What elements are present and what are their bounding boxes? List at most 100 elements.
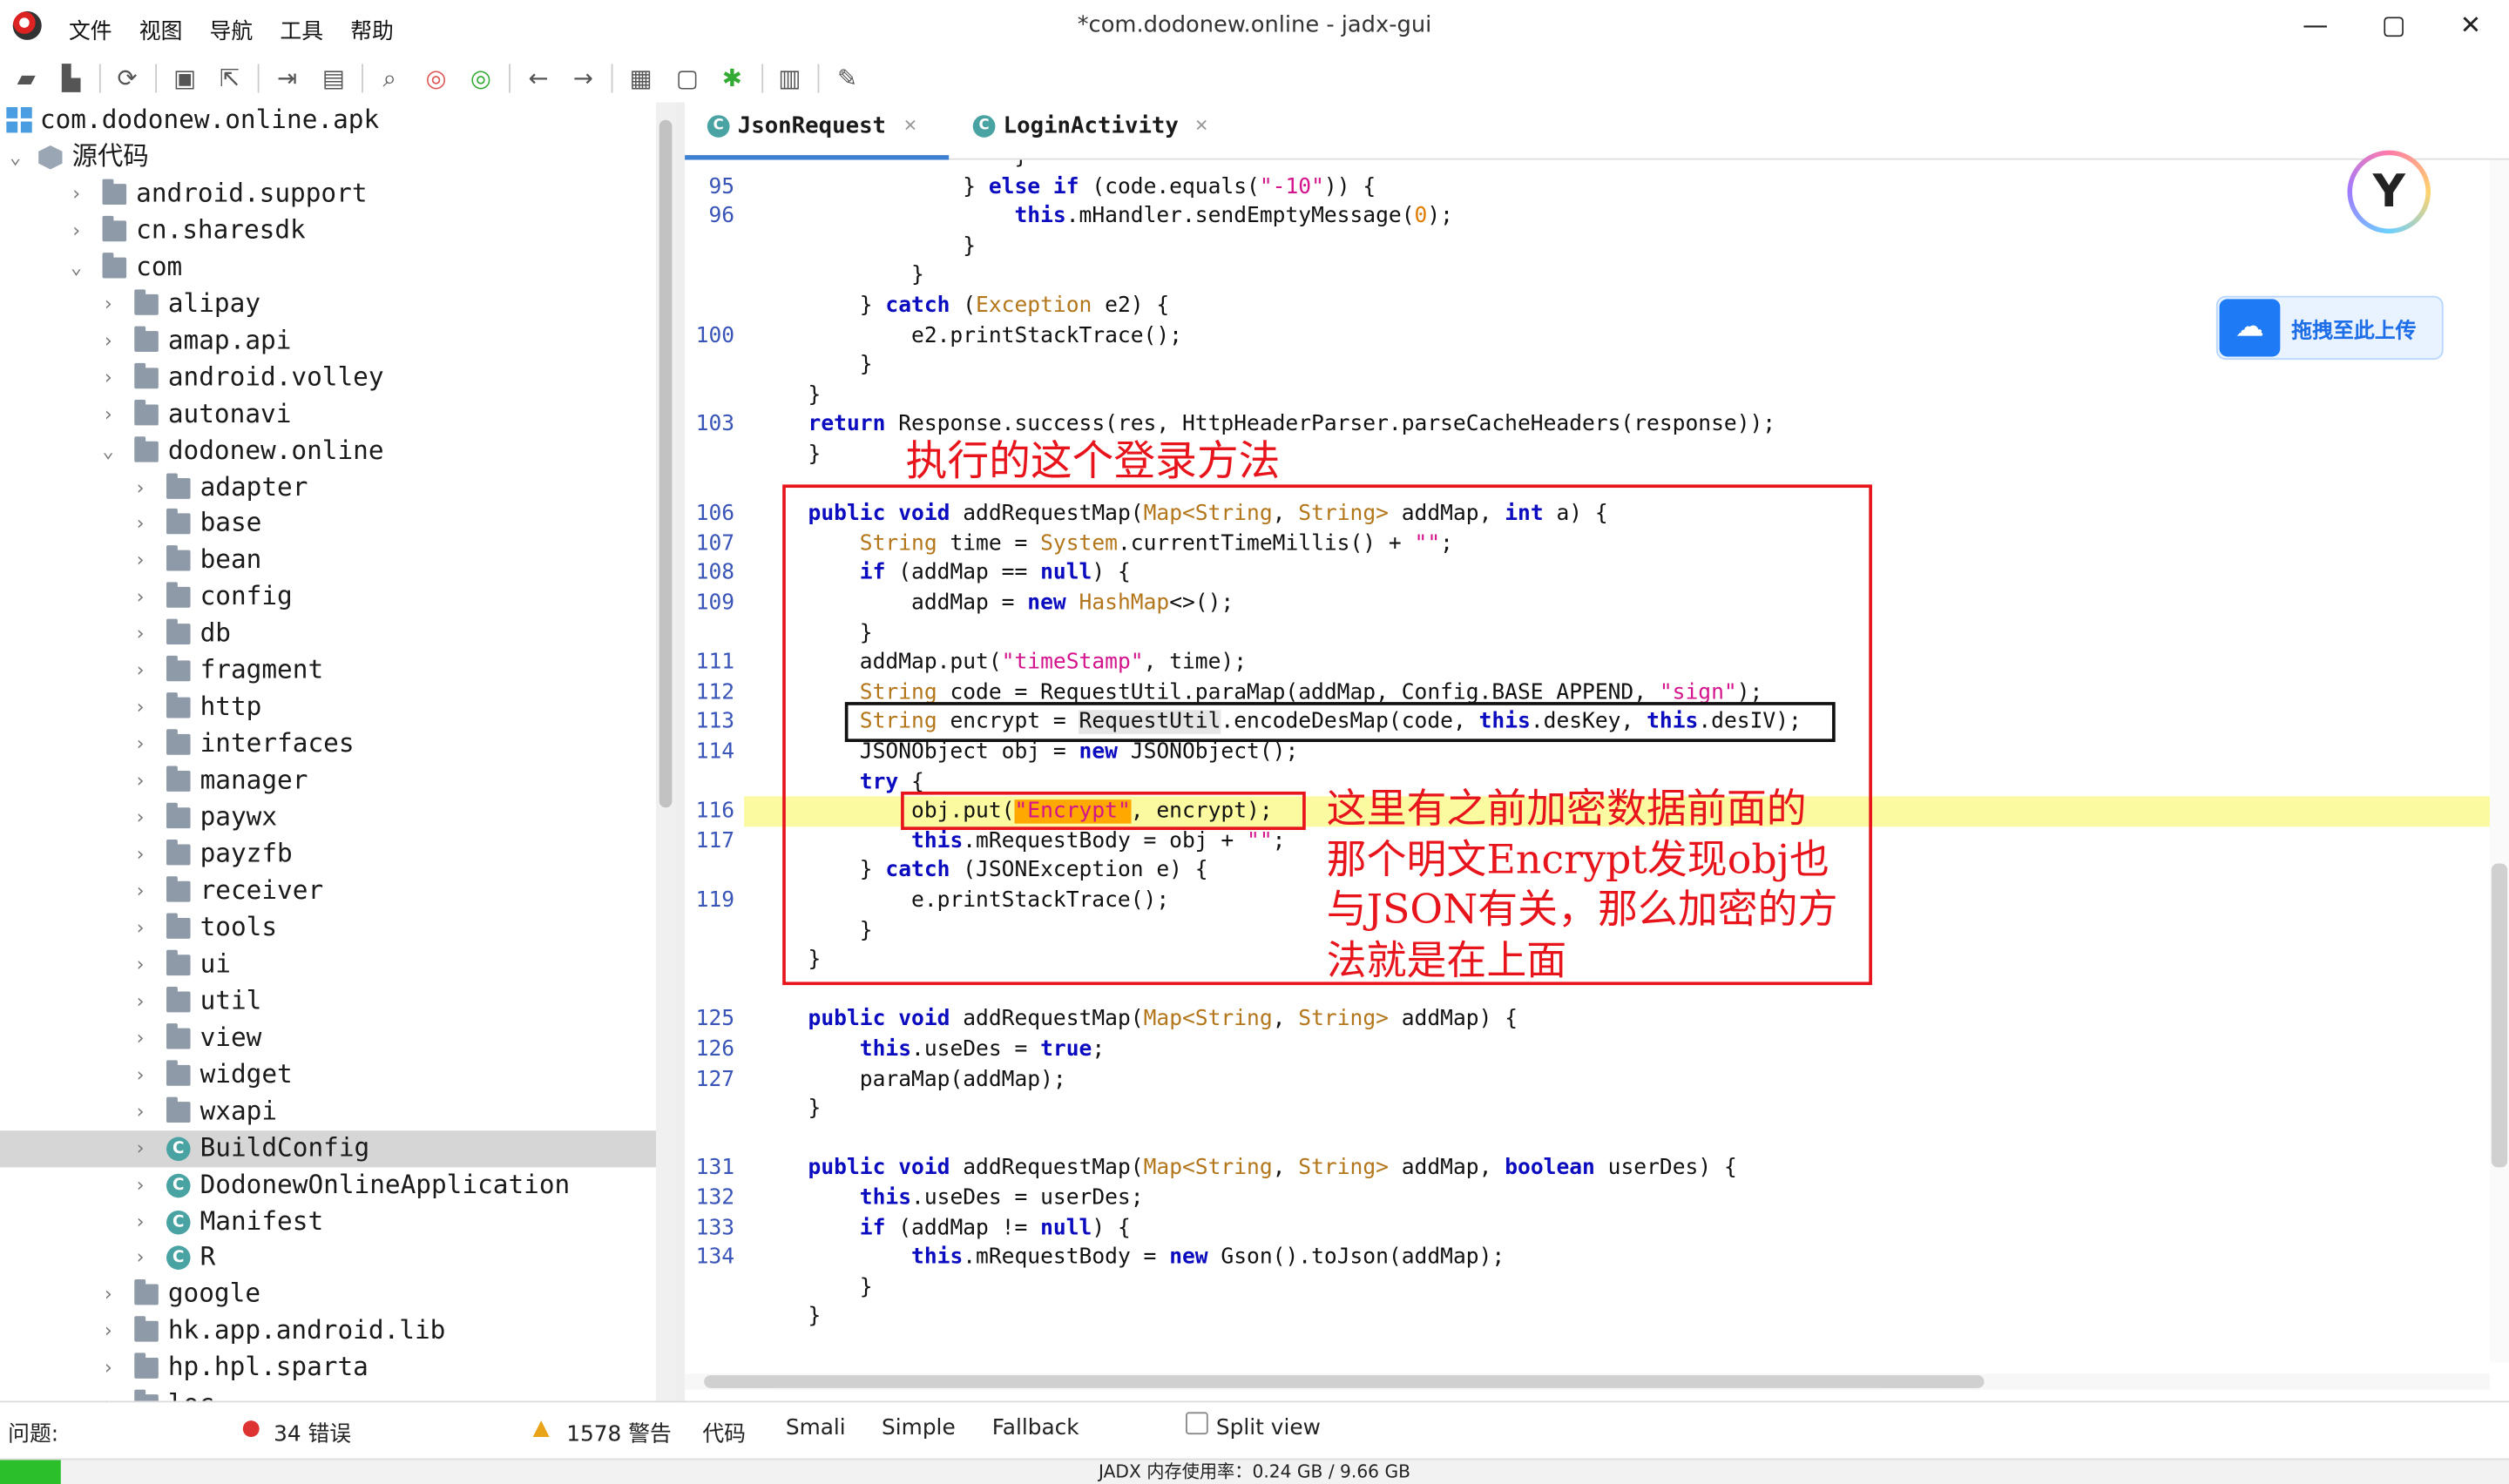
chevron-right-icon[interactable]: › (134, 1167, 150, 1202)
chevron-right-icon[interactable]: › (103, 1277, 118, 1312)
tree-item[interactable]: › view (0, 1020, 656, 1056)
chevron-right-icon[interactable]: › (134, 799, 150, 834)
chevron-right-icon[interactable]: › (71, 176, 86, 211)
floating-assistant-icon[interactable]: Y (2347, 150, 2431, 234)
tree-item[interactable]: › C Manifest (0, 1204, 656, 1240)
tree-item[interactable]: › util (0, 983, 656, 1020)
tree-item[interactable]: › C BuildConfig (0, 1130, 657, 1167)
editor-vertical-scrollbar[interactable] (2489, 159, 2509, 1363)
errors-count[interactable]: 34 错误 (274, 1415, 351, 1447)
chevron-right-icon[interactable]: › (103, 322, 118, 357)
tree-item[interactable]: › tools (0, 910, 656, 947)
tree-item[interactable]: com.dodonew.online.apk (0, 103, 656, 139)
editor-vertical-scrollbar-thumb[interactable] (2491, 863, 2508, 1168)
chevron-right-icon[interactable]: › (134, 469, 150, 504)
view-tab-simple[interactable]: Simple (882, 1415, 956, 1440)
chevron-right-icon[interactable]: › (134, 836, 150, 871)
tree-item[interactable]: › widget (0, 1056, 656, 1093)
maximize-button[interactable]: ▢ (2370, 8, 2418, 43)
tree-scrollbar-thumb[interactable] (659, 119, 673, 808)
save-icon[interactable]: ▣ (170, 64, 200, 92)
chevron-right-icon[interactable]: › (103, 359, 118, 394)
tree-item[interactable]: › http (0, 690, 656, 726)
chevron-right-icon[interactable]: › (134, 1093, 150, 1128)
tab-close-icon[interactable]: ✕ (904, 103, 916, 151)
tree-item[interactable]: › fragment (0, 653, 656, 690)
log-icon[interactable]: ▥ (774, 64, 805, 92)
chevron-right-icon[interactable]: › (134, 1240, 150, 1275)
chevron-right-icon[interactable]: › (134, 653, 150, 688)
tree-item[interactable]: › base (0, 506, 656, 543)
tree-item[interactable]: › google (0, 1277, 656, 1313)
add-files-icon[interactable]: ▙ (56, 64, 86, 92)
tree-item[interactable]: › db (0, 616, 656, 652)
debug-icon[interactable]: ✱ (717, 64, 747, 92)
project-tree[interactable]: com.dodonew.online.apk ⌄ 源代码 › android.suppo… (0, 102, 657, 1401)
tree-item[interactable]: › config (0, 579, 656, 616)
tree-item[interactable]: › receiver (0, 873, 656, 909)
open-folder-icon[interactable]: ▰ (11, 64, 42, 92)
chevron-right-icon[interactable]: › (134, 983, 150, 1018)
tree-item[interactable]: › ui (0, 947, 656, 983)
chevron-right-icon[interactable]: › (103, 1350, 118, 1385)
chevron-right-icon[interactable]: › (134, 763, 150, 798)
search-icon[interactable]: ⌕ (375, 64, 405, 92)
tree-item[interactable]: › amap.api (0, 322, 656, 359)
chevron-right-icon[interactable]: › (103, 286, 118, 320)
split-divider[interactable] (675, 102, 686, 1401)
refresh-icon[interactable]: ⟳ (112, 64, 143, 92)
tab-jsonrequest[interactable]: C JsonRequest ✕ (685, 103, 950, 160)
chevron-down-icon[interactable]: ⌄ (103, 433, 118, 468)
export-icon[interactable]: ⇱ (214, 64, 245, 92)
preferences-icon[interactable]: ✎ (832, 64, 862, 92)
tree-item[interactable]: › paywx (0, 799, 656, 836)
view-tab-code[interactable]: 代码 (702, 1415, 746, 1447)
tree-item[interactable]: › payzfb (0, 836, 656, 873)
tree-item[interactable]: › interfaces (0, 726, 656, 763)
tree-item[interactable]: › adapter (0, 469, 656, 506)
search-class-icon[interactable]: ◎ (421, 64, 451, 92)
tree-item[interactable]: › android.support (0, 176, 656, 212)
quark-icon[interactable]: ▢ (672, 64, 702, 92)
chevron-right-icon[interactable]: › (134, 506, 150, 541)
chevron-right-icon[interactable]: › (71, 212, 86, 247)
view-tab-fallback[interactable]: Fallback (992, 1415, 1079, 1440)
chevron-right-icon[interactable]: › (134, 1130, 150, 1164)
tree-item[interactable]: ⌄ 源代码 (0, 139, 656, 176)
tree-item[interactable]: › autonavi (0, 396, 656, 433)
chevron-right-icon[interactable]: › (134, 873, 150, 907)
chevron-down-icon[interactable]: ⌄ (71, 249, 86, 284)
back-icon[interactable]: ← (524, 64, 554, 92)
split-view-checkbox[interactable] (1186, 1412, 1208, 1435)
tree-item[interactable]: ⌄ dodonew.online (0, 433, 656, 469)
split-view-label[interactable]: Split view (1216, 1415, 1321, 1440)
chevron-right-icon[interactable]: › (134, 1056, 150, 1091)
tree-item[interactable]: › wxapi (0, 1093, 656, 1130)
tree-item[interactable]: › hp.hpl.sparta (0, 1350, 656, 1386)
flatten-icon[interactable]: ▤ (319, 64, 349, 92)
chevron-right-icon[interactable]: › (103, 1386, 118, 1401)
sync-tree-icon[interactable]: ⇥ (272, 64, 302, 92)
chevron-right-icon[interactable]: › (103, 396, 118, 431)
tree-item[interactable]: › C DodonewOnlineApplication (0, 1167, 656, 1204)
deobfuscation-icon[interactable]: ▦ (626, 64, 656, 92)
tab-loginactivity[interactable]: C LoginActivity ✕ (950, 103, 1230, 160)
chevron-right-icon[interactable]: › (134, 1020, 150, 1055)
chevron-right-icon[interactable]: › (134, 1204, 150, 1238)
view-tab-smali[interactable]: Smali (786, 1415, 846, 1440)
tree-item[interactable]: ⌄ com (0, 249, 656, 286)
tree-item[interactable]: › manager (0, 763, 656, 799)
forward-icon[interactable]: → (568, 64, 599, 92)
editor-horizontal-scrollbar-thumb[interactable] (704, 1375, 1985, 1388)
chevron-right-icon[interactable]: › (134, 726, 150, 761)
chevron-right-icon[interactable]: › (134, 910, 150, 945)
tree-item[interactable]: › loc (0, 1386, 656, 1401)
tree-item[interactable]: › C R (0, 1240, 656, 1277)
tree-item[interactable]: › alipay (0, 286, 656, 322)
warnings-count[interactable]: 1578 警告 (566, 1415, 672, 1447)
minimize-button[interactable]: — (2291, 8, 2339, 43)
chevron-right-icon[interactable]: › (134, 947, 150, 981)
chevron-right-icon[interactable]: › (134, 690, 150, 725)
upload-drop-widget[interactable]: ☁ 拖拽至此上传 (2215, 295, 2444, 361)
search-usage-icon[interactable]: ◎ (465, 64, 496, 92)
